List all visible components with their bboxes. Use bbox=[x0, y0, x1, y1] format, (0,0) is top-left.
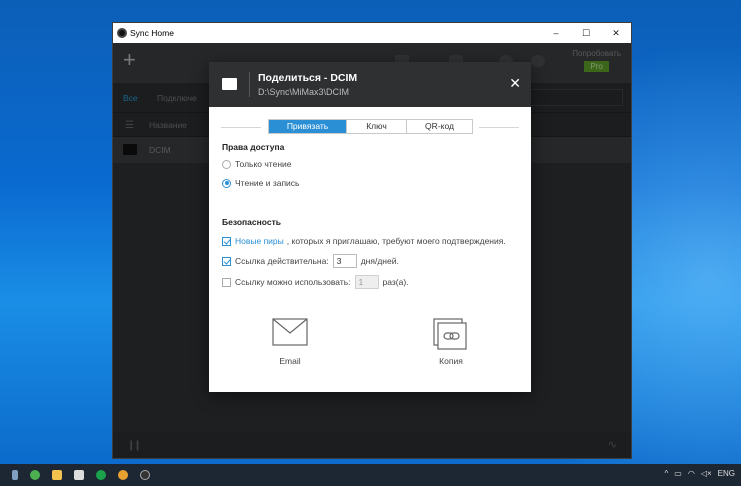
app-s-icon[interactable] bbox=[96, 470, 106, 480]
tab-qr-code[interactable]: QR-код bbox=[407, 120, 472, 133]
file-explorer-icon[interactable] bbox=[52, 470, 62, 480]
read-only-label: Только чтение bbox=[235, 159, 292, 169]
language-indicator[interactable]: ENG bbox=[718, 469, 735, 478]
share-dialog: Поделиться - DCIM D:\Sync\MiMax3\DCIM ✕ … bbox=[209, 62, 531, 392]
new-peers-option[interactable]: Новые пиры , которых я приглашаю, требую… bbox=[222, 236, 506, 246]
minimize-button[interactable]: – bbox=[541, 28, 571, 38]
security-section-title: Безопасность bbox=[222, 217, 281, 227]
share-method-tabs: Привязать Ключ QR-код bbox=[209, 119, 531, 135]
system-tray: ^ ▭ ◠ ◁× ENG bbox=[665, 469, 735, 478]
access-section-title: Права доступа bbox=[222, 142, 285, 152]
close-icon[interactable]: ✕ bbox=[509, 75, 521, 92]
wifi-icon[interactable]: ◠ bbox=[688, 469, 695, 478]
maximize-button[interactable]: ☐ bbox=[571, 28, 601, 39]
tab-key[interactable]: Ключ bbox=[347, 120, 407, 133]
link-valid-option[interactable]: Ссылка действительна: 3 дня/дней. bbox=[222, 254, 399, 268]
read-write-radio[interactable] bbox=[222, 178, 231, 188]
windows-taskbar: ^ ▭ ◠ ◁× ENG bbox=[0, 464, 741, 486]
folder-icon bbox=[222, 78, 237, 90]
link-valid-days-input[interactable]: 3 bbox=[332, 254, 357, 268]
tab-link[interactable]: Привязать bbox=[269, 120, 347, 133]
header-divider bbox=[249, 72, 250, 97]
dialog-title: Поделиться - DCIM bbox=[258, 72, 358, 84]
read-write-label: Чтение и запись bbox=[235, 178, 300, 188]
read-write-option[interactable]: Чтение и запись bbox=[222, 178, 300, 188]
folder-path: D:\Sync\MiMax3\DCIM bbox=[258, 87, 350, 97]
link-uses-count-input[interactable]: 1 bbox=[354, 275, 379, 289]
sync-taskbar-icon[interactable] bbox=[140, 470, 150, 480]
link-uses-unit: раз(а). bbox=[382, 277, 409, 287]
divider-right bbox=[479, 127, 519, 128]
new-peers-text: , которых я приглашаю, требуют моего под… bbox=[286, 236, 506, 246]
dialog-header: Поделиться - DCIM D:\Sync\MiMax3\DCIM ✕ bbox=[209, 62, 531, 107]
copy-label: Копия bbox=[439, 356, 463, 366]
segmented-control: Привязать Ключ QR-код bbox=[268, 119, 473, 134]
email-share-button[interactable]: Email bbox=[260, 318, 320, 366]
new-peers-link[interactable]: Новые пиры bbox=[235, 236, 284, 246]
chrome-icon[interactable] bbox=[118, 470, 128, 480]
divider-left bbox=[221, 127, 261, 128]
link-uses-label: Ссылку можно использовать: bbox=[235, 277, 351, 287]
link-uses-checkbox[interactable] bbox=[222, 277, 231, 287]
store-icon[interactable] bbox=[74, 470, 84, 480]
title-bar: Sync Home – ☐ ✕ bbox=[113, 23, 631, 43]
read-only-option[interactable]: Только чтение bbox=[222, 159, 291, 169]
copy-link-icon bbox=[433, 318, 467, 350]
envelope-icon bbox=[272, 318, 308, 346]
window-title: Sync Home bbox=[130, 28, 174, 38]
read-only-radio[interactable] bbox=[222, 159, 231, 169]
volume-icon[interactable]: ◁× bbox=[701, 469, 712, 478]
sync-app-icon bbox=[117, 28, 127, 38]
battery-icon[interactable]: ▭ bbox=[674, 469, 682, 478]
email-label: Email bbox=[279, 356, 301, 366]
link-valid-label: Ссылка действительна: bbox=[235, 256, 329, 266]
link-valid-unit: дня/дней. bbox=[360, 256, 399, 266]
chevron-up-icon[interactable]: ^ bbox=[665, 469, 669, 478]
link-uses-option[interactable]: Ссылку можно использовать: 1 раз(а). bbox=[222, 275, 409, 289]
new-peers-checkbox[interactable] bbox=[222, 236, 231, 246]
close-window-button[interactable]: ✕ bbox=[601, 28, 631, 39]
copy-link-button[interactable]: Копия bbox=[421, 318, 481, 366]
link-valid-checkbox[interactable] bbox=[222, 256, 231, 266]
browser-icon[interactable] bbox=[30, 470, 40, 480]
task-view-icon[interactable] bbox=[12, 470, 18, 480]
